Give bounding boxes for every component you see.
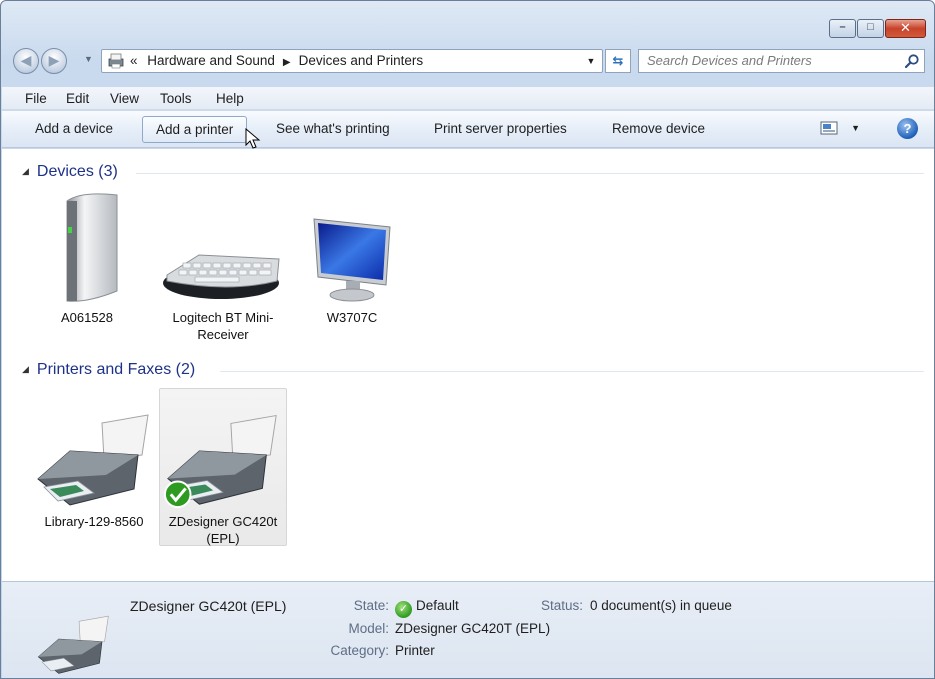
add-printer-button[interactable]: Add a printer (142, 116, 248, 143)
device-item[interactable]: Logitech BT Mini-Receiver (159, 189, 287, 343)
address-dropdown-button[interactable]: ▼ (582, 51, 600, 71)
remove-device-button[interactable]: Remove device (612, 121, 705, 136)
maximize-button[interactable]: □ (857, 19, 884, 38)
minimize-icon: – (839, 21, 846, 33)
printer-item[interactable]: Library-129-8560 (30, 389, 158, 530)
device-label: W3707C (326, 310, 378, 325)
details-category-label: Category: (330, 643, 389, 658)
recent-pages-dropdown[interactable]: ▼ (84, 54, 93, 64)
details-device-name: ZDesigner GC420t (EPL) (130, 598, 287, 614)
menu-file[interactable]: File (25, 91, 47, 106)
details-status-label: Status: (541, 598, 584, 613)
devices-and-printers-window: – □ ✕ ◀ ▶ ▼ « Hardware and Sound ▶ Devices… (0, 0, 935, 679)
printer-icon (37, 414, 149, 506)
device-label: Logitech BT Mini-Receiver (172, 310, 274, 342)
device-item[interactable]: W3707C (288, 189, 416, 326)
devices-printers-icon (108, 53, 124, 69)
search-input[interactable] (647, 53, 887, 68)
refresh-button[interactable]: ⇆ (605, 49, 631, 73)
command-bar: Add a device Add a printer See what's pr… (2, 111, 934, 148)
printers-group-title: Printers and Faxes (2) (36, 361, 196, 378)
title-bar[interactable]: – □ ✕ (1, 1, 934, 41)
print-server-properties-button[interactable]: Print server properties (434, 121, 567, 136)
breadcrumb-separator-icon[interactable]: ▶ (283, 57, 291, 68)
forward-arrow-icon: ▶ (48, 52, 60, 68)
refresh-icon: ⇆ (612, 53, 624, 68)
devices-group-header[interactable]: ◢ Devices (3) (22, 163, 118, 181)
devices-group-title: Devices (3) (36, 163, 118, 180)
see-whats-printing-button[interactable]: See what's printing (276, 121, 390, 136)
printer-icon (37, 615, 109, 674)
add-device-button[interactable]: Add a device (35, 121, 113, 136)
maximize-icon: □ (867, 21, 874, 33)
breadcrumb: « Hardware and Sound ▶ Devices and Printer… (130, 53, 423, 68)
back-button[interactable]: ◀ (13, 48, 39, 74)
minimize-button[interactable]: – (829, 19, 856, 38)
group-divider (136, 173, 924, 174)
view-options-dropdown[interactable]: ▼ (851, 123, 860, 133)
navigation-row: ◀ ▶ ▼ « Hardware and Sound ▶ Devices and P… (9, 45, 929, 77)
devices-view: ◢ Devices (3) A061528 Logitech BT Mini-R… (2, 149, 934, 581)
menu-edit[interactable]: Edit (66, 91, 89, 106)
details-category-value: Printer (395, 643, 435, 658)
details-status-value: 0 document(s) in queue (590, 598, 732, 613)
external-drive-icon (66, 193, 118, 302)
forward-button[interactable]: ▶ (41, 48, 67, 74)
menu-view[interactable]: View (110, 91, 139, 106)
collapse-triangle-icon[interactable]: ◢ (22, 364, 29, 374)
mouse-cursor-icon (245, 128, 261, 149)
help-icon[interactable]: ? (897, 118, 918, 139)
menu-tools[interactable]: Tools (160, 91, 192, 106)
keyboard-icon (163, 254, 280, 299)
breadcrumb-item-devices-and-printers[interactable]: Devices and Printers (299, 53, 424, 68)
details-model-value: ZDesigner GC420T (EPL) (395, 621, 551, 636)
printer-icon (163, 414, 277, 509)
details-model-label: Model: (348, 621, 389, 636)
printer-item-selected[interactable]: ZDesigner GC420t (EPL) (159, 388, 287, 546)
default-check-icon (163, 480, 192, 509)
close-icon: ✕ (900, 20, 911, 35)
address-bar[interactable]: « Hardware and Sound ▶ Devices and Printer… (101, 49, 603, 73)
breadcrumb-item-hardware-and-sound[interactable]: Hardware and Sound (147, 53, 275, 68)
details-state-value: ✓ Default (395, 598, 459, 618)
printers-group-header[interactable]: ◢ Printers and Faxes (2) (22, 361, 195, 379)
printer-label: Library-129-8560 (44, 514, 144, 529)
caption-buttons: – □ ✕ (828, 19, 926, 38)
menu-help[interactable]: Help (216, 91, 244, 106)
change-view-icon[interactable] (820, 121, 838, 135)
group-divider (220, 371, 924, 372)
details-state-label: State: (353, 598, 389, 613)
details-pane: ZDesigner GC420t (EPL) State: ✓ Default M… (2, 581, 934, 678)
search-icon[interactable] (904, 53, 920, 69)
breadcrumb-overflow[interactable]: « (130, 53, 138, 68)
collapse-triangle-icon[interactable]: ◢ (22, 166, 29, 176)
back-arrow-icon: ◀ (20, 52, 32, 68)
monitor-icon (313, 218, 391, 302)
search-box[interactable] (638, 49, 925, 73)
close-button[interactable]: ✕ (885, 19, 926, 38)
device-label: A061528 (60, 310, 114, 325)
device-item[interactable]: A061528 (23, 189, 151, 326)
menu-bar: File Edit View Tools Help (2, 87, 934, 110)
state-text: Default (416, 598, 459, 613)
printer-label: ZDesigner GC420t (EPL) (168, 514, 278, 546)
default-check-icon: ✓ (395, 601, 412, 618)
